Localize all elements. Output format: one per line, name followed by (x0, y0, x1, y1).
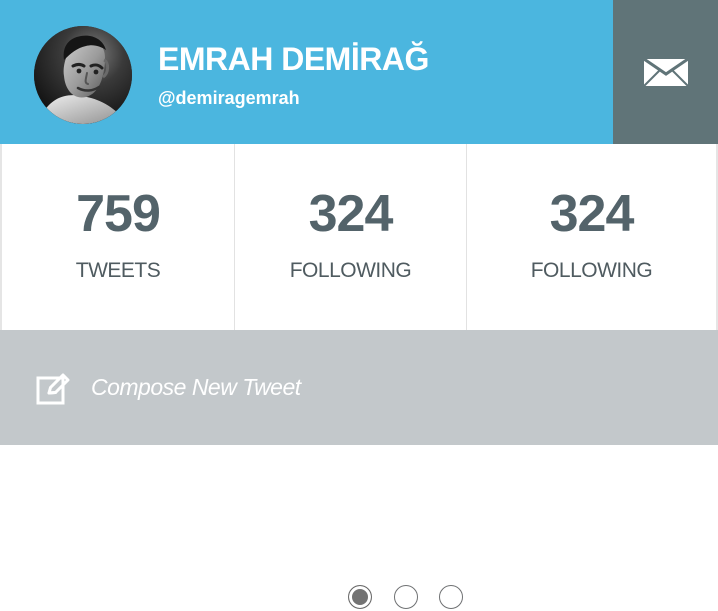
twitter-profile-widget: EMRAH DEMİRAĞ @demiragemrah 759 TWEETS 3… (0, 0, 718, 445)
profile-handle[interactable]: @demiragemrah (158, 86, 300, 110)
profile-photo-icon (34, 26, 132, 124)
stat-label: FOLLOWING (530, 259, 653, 282)
following-stat[interactable]: 324 FOLLOWING (235, 144, 467, 330)
compose-tweet-label: Compose New Tweet (91, 374, 301, 400)
message-button[interactable] (613, 0, 718, 144)
page-dot-1-active[interactable] (348, 585, 372, 609)
page-dot-2[interactable] (394, 585, 418, 609)
stat-label: FOLLOWING (289, 259, 412, 282)
profile-stats: 759 TWEETS 324 FOLLOWING 324 FOLLOWING (0, 144, 718, 330)
stat-label: TWEETS (75, 259, 161, 282)
profile-name: EMRAH DEMİRAĞ (158, 41, 429, 77)
edit-icon (36, 373, 70, 405)
stat-value: 324 (549, 185, 635, 243)
page-dot-3[interactable] (439, 585, 463, 609)
profile-header-main: EMRAH DEMİRAĞ @demiragemrah (0, 0, 613, 144)
mail-icon (642, 57, 689, 87)
stat-value: 759 (76, 185, 161, 243)
profile-header: EMRAH DEMİRAĞ @demiragemrah (0, 0, 718, 144)
following-stat-secondary[interactable]: 324 FOLLOWING (467, 144, 716, 330)
stat-value: 324 (308, 185, 394, 243)
pagination (348, 585, 464, 611)
tweets-stat[interactable]: 759 TWEETS (2, 144, 235, 330)
avatar[interactable] (34, 26, 132, 124)
